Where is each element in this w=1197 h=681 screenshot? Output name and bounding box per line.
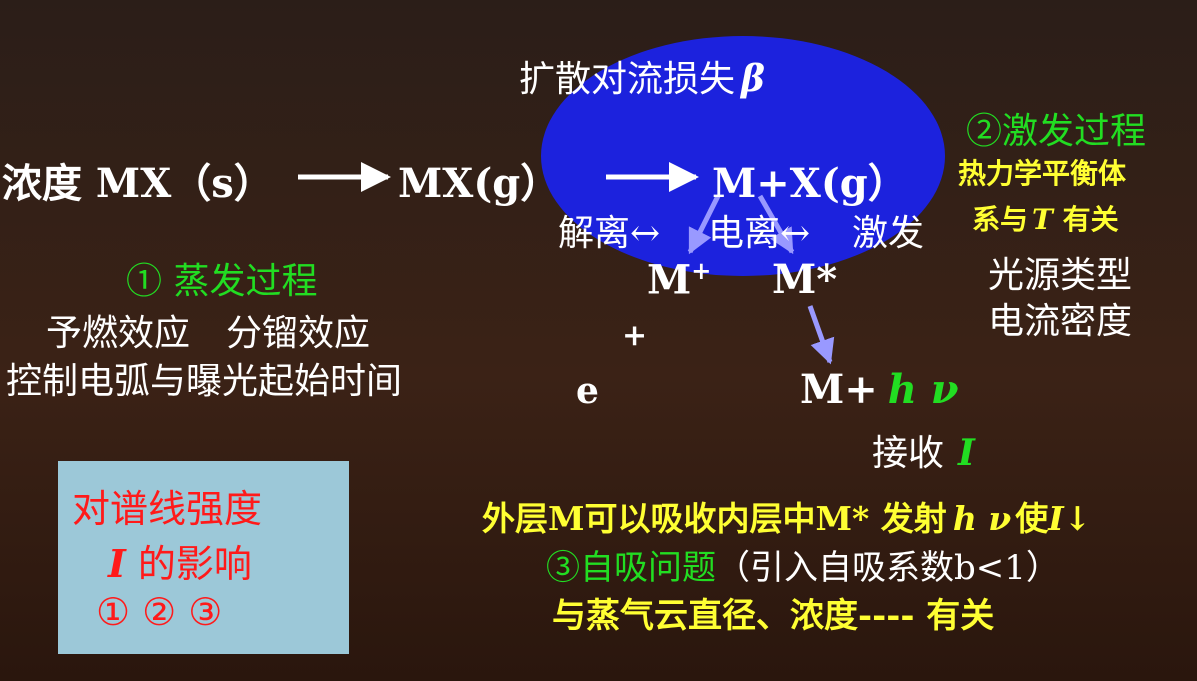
box-line3: ① ② ③ [96, 590, 223, 634]
emission-label: M+ h ν [800, 366, 959, 413]
main-row-start: 浓度 MX（s） [2, 160, 274, 207]
main-row-end: M+X(g） [712, 160, 908, 207]
step1-line1: 予燃效应 分镏效应 [46, 313, 371, 354]
electron-label: e [576, 370, 599, 412]
ellipse-title: 扩散对流损失 β [519, 58, 765, 100]
step2-line4: 电流密度 [988, 301, 1133, 342]
excited-atom-label: M* [772, 256, 838, 303]
main-row-mid: MX(g） [398, 160, 561, 207]
step1-title: ① 蒸发过程 [126, 261, 318, 302]
step2-title: ②激发过程 [966, 111, 1147, 152]
box-line1: 对谱线强度 [72, 487, 263, 531]
step2-line3: 光源类型 [988, 255, 1133, 296]
step3-line1: 外层M可以吸收内层中M* 发射 h ν 使I↓ [482, 499, 1092, 538]
process-ionization: 电离↔ [708, 213, 811, 254]
ion-label: M+ [647, 256, 712, 304]
absorb-label: 接收 I [872, 432, 975, 474]
step3-title-row: ③自吸问题（引入自吸系数b<1） [546, 548, 1060, 588]
step2-line2: 系与 T 有关 [972, 203, 1119, 236]
step2-line1: 热力学平衡体 [958, 157, 1127, 190]
box-line2: I 的影响 [108, 541, 252, 586]
step1-line2: 控制电弧与曝光起始时间 [6, 361, 403, 402]
process-dissociation: 解离↔ [558, 213, 661, 254]
plus-sign: + [622, 318, 648, 353]
process-excitation: 激发 [852, 213, 925, 254]
arrow-to-emission [807, 305, 835, 365]
step3-line3: 与蒸气云直径、浓度---- 有关 [552, 596, 995, 636]
